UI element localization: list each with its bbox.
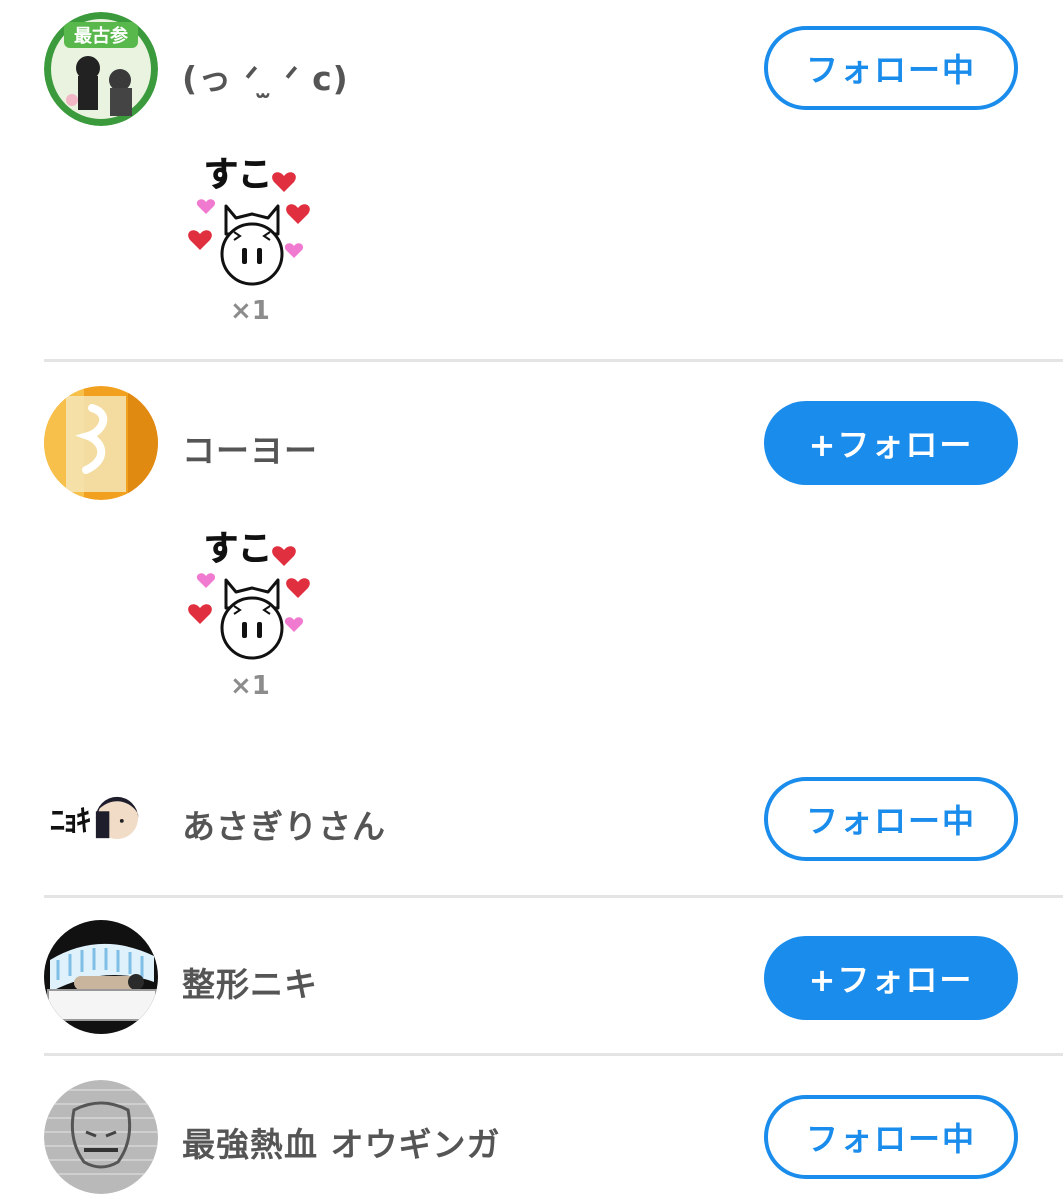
user-avatar[interactable]: 最古参 — [44, 12, 158, 126]
avatar-face-icon — [95, 796, 139, 840]
user-avatar[interactable] — [44, 386, 158, 500]
following-button[interactable]: フォロー中 — [764, 26, 1018, 110]
user-name[interactable]: 整形ニキ — [182, 958, 318, 1006]
user-avatar[interactable]: ﾆｮｷ — [50, 790, 141, 846]
sticker-suko: すこ — [186, 522, 318, 662]
user-name[interactable]: 最強熱血 オウギンガ — [182, 1118, 501, 1166]
sticker-suko: すこ — [186, 148, 318, 288]
avatar-text: ﾆｮｷ — [50, 804, 91, 839]
reaction-count: ×1 — [230, 296, 270, 326]
sticker-text: すこ — [204, 529, 272, 569]
divider — [44, 1053, 1063, 1056]
divider — [44, 359, 1063, 362]
follow-button[interactable]: +フォロー — [764, 401, 1018, 485]
reaction-count: ×1 — [230, 671, 270, 701]
divider — [44, 895, 1063, 898]
sticker-text: すこ — [204, 155, 272, 195]
user-avatar[interactable] — [44, 920, 158, 1034]
avatar-badge-text: 最古参 — [74, 25, 129, 47]
user-name[interactable]: コーヨー — [182, 424, 318, 472]
user-name[interactable]: (っ ᐟ ̫ ᐟ c) — [182, 52, 349, 100]
user-avatar[interactable] — [44, 1080, 158, 1194]
following-button[interactable]: フォロー中 — [764, 1095, 1018, 1179]
user-name[interactable]: あさぎりさん — [182, 800, 386, 848]
following-button[interactable]: フォロー中 — [764, 777, 1018, 861]
follow-button[interactable]: +フォロー — [764, 936, 1018, 1020]
